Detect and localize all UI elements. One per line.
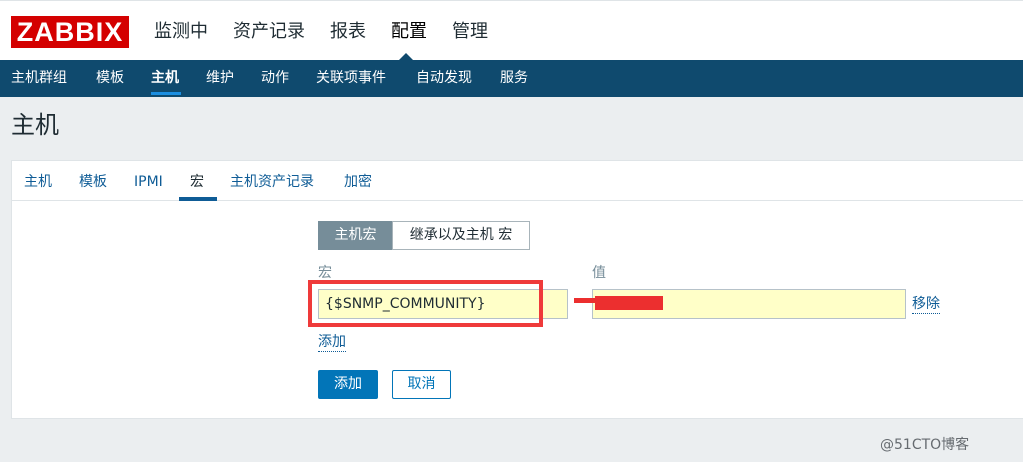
submenu-maintenance[interactable]: 维护: [206, 68, 234, 88]
submenu-host-groups[interactable]: 主机群组: [11, 68, 67, 88]
redaction-mark: [595, 296, 663, 310]
add-button[interactable]: 添加: [318, 370, 378, 399]
zabbix-logo[interactable]: ZABBIX: [11, 16, 129, 48]
main-menu: 监测中 资产记录 报表 配置 管理: [154, 19, 513, 45]
menu-monitoring[interactable]: 监测中: [154, 19, 208, 45]
value-column-label: 值: [592, 265, 606, 281]
host-form-panel: 主机 模板 IPMI 宏 主机资产记录 加密 主机宏 继承以及主机 宏 宏 值 …: [11, 160, 1023, 419]
submenu-templates[interactable]: 模板: [96, 68, 124, 88]
host-macros-toggle[interactable]: 主机宏: [318, 221, 393, 250]
top-header: ZABBIX 监测中 资产记录 报表 配置 管理: [0, 0, 1023, 61]
remove-macro-link[interactable]: 移除: [912, 295, 940, 314]
tab-ipmi[interactable]: IPMI: [134, 172, 163, 192]
tab-host[interactable]: 主机: [24, 172, 52, 192]
active-tab-underline: [179, 197, 217, 201]
menu-reports[interactable]: 报表: [330, 19, 366, 45]
submenu-event-correlation[interactable]: 关联项事件: [316, 68, 386, 88]
tab-host-inventory[interactable]: 主机资产记录: [230, 172, 314, 192]
active-submenu-underline: [151, 92, 181, 95]
submenu-actions[interactable]: 动作: [261, 68, 289, 88]
cancel-button[interactable]: 取消: [392, 370, 451, 399]
menu-inventory[interactable]: 资产记录: [233, 19, 305, 45]
inherited-macros-toggle[interactable]: 继承以及主机 宏: [392, 221, 530, 250]
submenu-services[interactable]: 服务: [500, 68, 528, 88]
submenu-discovery[interactable]: 自动发现: [416, 68, 472, 88]
annotation-highlight-box: [308, 280, 543, 327]
menu-administration[interactable]: 管理: [452, 19, 488, 45]
submenu-hosts[interactable]: 主机: [151, 68, 179, 88]
tab-encryption[interactable]: 加密: [344, 172, 372, 192]
watermark: @51CTO博客: [880, 437, 970, 453]
tab-templates[interactable]: 模板: [79, 172, 107, 192]
menu-configuration[interactable]: 配置: [391, 19, 427, 45]
tab-macros[interactable]: 宏: [190, 172, 204, 192]
add-macro-link[interactable]: 添加: [318, 333, 346, 352]
page-title: 主机: [11, 111, 59, 139]
form-tabs: 主机 模板 IPMI 宏 主机资产记录 加密: [12, 161, 1023, 201]
